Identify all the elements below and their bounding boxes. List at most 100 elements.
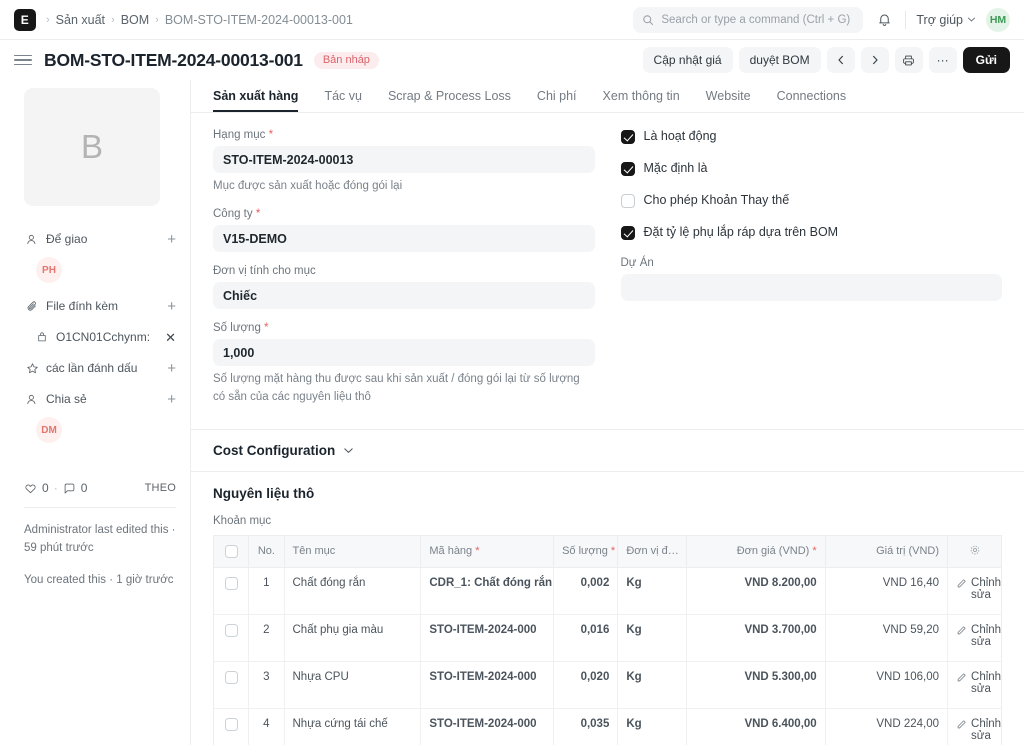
checkbox-label: Mặc định là: [643, 161, 708, 175]
attachment-name: O1CN01Cchynm:: [56, 330, 151, 344]
checkbox-allow-alternative-item[interactable]: Cho phép Khoản Thay thế: [620, 193, 1003, 208]
breadcrumb-item-bom[interactable]: BOM: [121, 13, 149, 27]
column-select-all[interactable]: [213, 535, 250, 568]
remove-attachment-icon[interactable]: ✕: [165, 331, 176, 344]
row-select[interactable]: [213, 614, 250, 662]
row-edit-button[interactable]: Chỉnh sửa: [947, 567, 1002, 615]
checkbox-icon[interactable]: [620, 162, 635, 176]
print-button[interactable]: [894, 47, 923, 73]
row-select[interactable]: [213, 708, 250, 745]
cell-item-name[interactable]: Chất đóng rắn: [284, 567, 422, 615]
follow-button[interactable]: THEO: [145, 482, 176, 494]
cell-uom[interactable]: Kg: [617, 708, 687, 745]
cell-uom[interactable]: Kg: [617, 661, 687, 709]
row-select[interactable]: [213, 567, 250, 615]
column-settings[interactable]: [947, 535, 1002, 568]
checkbox-is-default[interactable]: Mặc định là: [620, 161, 1003, 176]
sidebar-item-attachments[interactable]: File đính kèm +: [24, 293, 176, 319]
checkbox-set-rate-based-on-bom[interactable]: Đặt tỷ lệ phụ lắp ráp dựa trên BOM: [620, 225, 1003, 240]
help-menu[interactable]: Trợ giúp: [916, 13, 976, 27]
document-thumbnail[interactable]: B: [24, 88, 160, 206]
cost-configuration-section[interactable]: Cost Configuration: [191, 430, 1024, 471]
tab-more-info[interactable]: Xem thông tin: [603, 89, 680, 112]
update-price-button[interactable]: Cập nhật giá: [642, 47, 733, 73]
cell-item-name[interactable]: Nhựa CPU: [284, 661, 422, 709]
cell-item-name[interactable]: Nhựa cứng tái chế: [284, 708, 422, 745]
checkbox-is-active[interactable]: Là hoạt động: [620, 129, 1003, 144]
table-row[interactable]: 3 Nhựa CPU STO-ITEM-2024-000 0,020 Kg VN…: [213, 661, 1002, 709]
tab-operations[interactable]: Tác vụ: [324, 89, 362, 112]
add-attachment-icon[interactable]: +: [167, 299, 176, 314]
cell-quantity[interactable]: 0,020: [553, 661, 619, 709]
table-row[interactable]: 1 Chất đóng rắn CDR_1: Chất đóng rắn 0,0…: [213, 567, 1002, 615]
tab-website[interactable]: Website: [706, 89, 751, 112]
cell-item-code[interactable]: STO-ITEM-2024-000: [420, 708, 555, 745]
row-edit-button[interactable]: Chỉnh sửa: [947, 708, 1002, 745]
checkbox-icon[interactable]: [224, 670, 238, 684]
quantity-input[interactable]: 1,000: [213, 339, 595, 367]
checkbox-icon[interactable]: [620, 130, 635, 144]
cell-amount: VND 224,00: [825, 708, 949, 745]
avatar[interactable]: HM: [986, 7, 1010, 32]
project-input[interactable]: [620, 274, 1002, 301]
sidebar-item-tags[interactable]: các lần đánh dấu +: [24, 355, 176, 381]
cell-uom[interactable]: Kg: [617, 567, 687, 615]
next-document-button[interactable]: [860, 47, 889, 73]
item-input[interactable]: STO-ITEM-2024-00013: [213, 146, 595, 173]
cell-item-code[interactable]: STO-ITEM-2024-000: [420, 661, 555, 709]
tab-scrap-process-loss[interactable]: Scrap & Process Loss: [388, 89, 511, 112]
shared-user-avatar[interactable]: DM: [36, 417, 62, 443]
cell-quantity[interactable]: 0,016: [553, 614, 619, 662]
checkbox-icon[interactable]: [224, 623, 238, 637]
share-icon: [24, 393, 40, 406]
checkbox-icon[interactable]: [620, 226, 635, 240]
tab-production[interactable]: Sản xuất hàng: [213, 89, 298, 112]
cell-quantity[interactable]: 0,035: [553, 708, 619, 745]
more-options-button[interactable]: ···: [928, 47, 957, 73]
add-tag-icon[interactable]: +: [167, 361, 176, 376]
cell-rate[interactable]: VND 8.200,00: [686, 567, 826, 615]
uom-input[interactable]: Chiếc: [213, 282, 595, 310]
chevron-down-icon[interactable]: [343, 445, 354, 456]
row-edit-button[interactable]: Chỉnh sửa: [947, 661, 1002, 709]
heart-icon[interactable]: [24, 482, 37, 495]
notifications-button[interactable]: [873, 9, 895, 31]
checkbox-icon[interactable]: [224, 717, 238, 731]
previous-document-button[interactable]: [826, 47, 855, 73]
cell-rate[interactable]: VND 5.300,00: [686, 661, 826, 709]
comment-icon[interactable]: [63, 482, 76, 495]
count-separator: ·: [53, 481, 58, 495]
assignee-avatar[interactable]: PH: [36, 257, 62, 283]
breadcrumb-item-manufacturing[interactable]: Sản xuất: [56, 13, 105, 27]
sidebar-toggle-icon[interactable]: [14, 54, 32, 66]
add-share-icon[interactable]: +: [167, 392, 176, 407]
cell-item-code[interactable]: STO-ITEM-2024-000: [420, 614, 555, 662]
cell-rate[interactable]: VND 6.400,00: [686, 708, 826, 745]
approve-bom-button[interactable]: duyệt BOM: [738, 47, 821, 73]
row-edit-button[interactable]: Chỉnh sửa: [947, 614, 1002, 662]
company-input[interactable]: V15-DEMO: [213, 225, 595, 253]
add-assignment-icon[interactable]: +: [167, 232, 176, 247]
search-input[interactable]: Search or type a command (Ctrl + G): [633, 6, 864, 33]
form-scroll-area[interactable]: Hạng mục * STO-ITEM-2024-00013 Mục được …: [191, 113, 1024, 745]
submit-button[interactable]: Gửi: [962, 47, 1010, 73]
cell-item-code[interactable]: CDR_1: Chất đóng rắn: [420, 567, 555, 615]
attachment-item[interactable]: O1CN01Cchynm: ✕: [24, 324, 176, 350]
checkbox-icon[interactable]: [224, 576, 238, 590]
cell-uom[interactable]: Kg: [617, 614, 687, 662]
cell-rate[interactable]: VND 3.700,00: [686, 614, 826, 662]
breadcrumb-item-current[interactable]: BOM-STO-ITEM-2024-00013-001: [165, 13, 353, 27]
table-row[interactable]: 2 Chất phụ gia màu STO-ITEM-2024-000 0,0…: [213, 614, 1002, 662]
checkbox-icon[interactable]: [620, 194, 635, 208]
table-row[interactable]: 4 Nhựa cứng tái chế STO-ITEM-2024-000 0,…: [213, 708, 1002, 745]
checkbox-icon[interactable]: [224, 544, 238, 558]
cell-quantity[interactable]: 0,002: [553, 567, 619, 615]
sidebar-item-assign[interactable]: Để giao +: [24, 226, 176, 252]
gear-icon[interactable]: [969, 544, 981, 556]
app-logo[interactable]: E: [14, 8, 36, 31]
cell-item-name[interactable]: Chất phụ gia màu: [284, 614, 422, 662]
tab-connections[interactable]: Connections: [777, 89, 847, 112]
tab-costing[interactable]: Chi phí: [537, 89, 577, 112]
sidebar-item-share[interactable]: Chia sẻ +: [24, 386, 176, 412]
row-select[interactable]: [213, 661, 250, 709]
